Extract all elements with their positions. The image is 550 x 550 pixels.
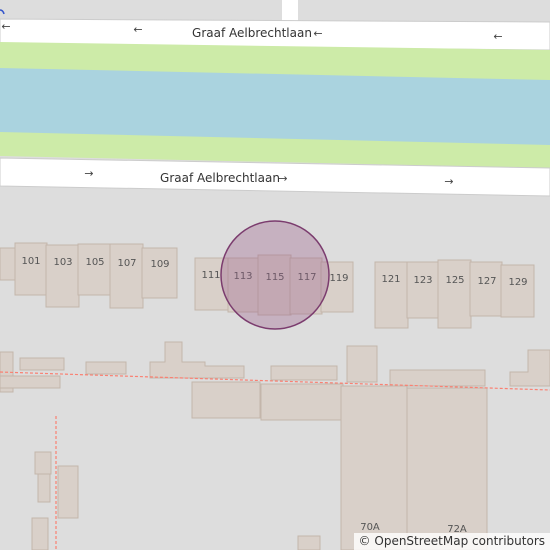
attribution-link[interactable]: OpenStreetMap contributors <box>374 534 545 548</box>
building <box>85 361 127 375</box>
house-number: 105 <box>85 257 104 268</box>
building <box>297 535 321 550</box>
house-number: 119 <box>329 273 348 284</box>
building <box>45 244 80 308</box>
building <box>437 259 472 329</box>
house-number: 121 <box>381 274 400 285</box>
building <box>19 357 65 371</box>
building <box>14 242 48 296</box>
building <box>469 261 503 317</box>
oneway-arrow-left-icon: ← <box>493 30 502 43</box>
house-number: 129 <box>508 277 527 288</box>
map-canvas[interactable]: 101 103 105 107 109 111 113 115 117 119 … <box>0 0 550 550</box>
canal-water <box>0 68 550 145</box>
house-number: 109 <box>150 259 169 270</box>
house-number: 111 <box>201 270 220 281</box>
building <box>406 261 440 319</box>
building <box>31 517 49 550</box>
oneway-arrow-left-icon: ← <box>313 27 322 40</box>
location-marker[interactable] <box>220 220 330 330</box>
building <box>191 381 261 419</box>
street-name-south: Graaf Aelbrechtlaan <box>160 171 280 185</box>
building <box>77 243 111 296</box>
house-number: 107 <box>117 258 136 269</box>
block-top-left <box>0 0 282 22</box>
building <box>0 247 17 281</box>
building <box>389 369 486 387</box>
building <box>34 451 52 475</box>
building <box>260 383 344 421</box>
building <box>37 473 51 503</box>
building <box>500 264 535 318</box>
oneway-arrow-right-icon: → <box>84 167 93 180</box>
house-number: 103 <box>53 257 72 268</box>
copyright-symbol: © <box>358 534 371 548</box>
building <box>57 465 79 519</box>
map-attribution: © OpenStreetMap contributors <box>353 533 550 550</box>
oneway-arrow-right-icon: → <box>278 172 287 185</box>
building <box>0 375 61 389</box>
building <box>346 345 378 383</box>
street-name-north: Graaf Aelbrechtlaan <box>192 26 312 40</box>
building <box>374 261 409 329</box>
house-number: 123 <box>413 275 432 286</box>
oneway-arrow-right-icon: → <box>444 175 453 188</box>
oneway-arrow-left-icon: ← <box>1 20 10 33</box>
building <box>109 243 144 309</box>
building <box>270 365 338 381</box>
house-number: 127 <box>477 276 496 287</box>
block-top-right <box>297 0 550 22</box>
house-number: 125 <box>445 275 464 286</box>
house-number: 101 <box>21 256 40 267</box>
house-number: 70A <box>360 522 380 533</box>
building <box>141 247 178 299</box>
oneway-arrow-left-icon: ← <box>133 23 142 36</box>
